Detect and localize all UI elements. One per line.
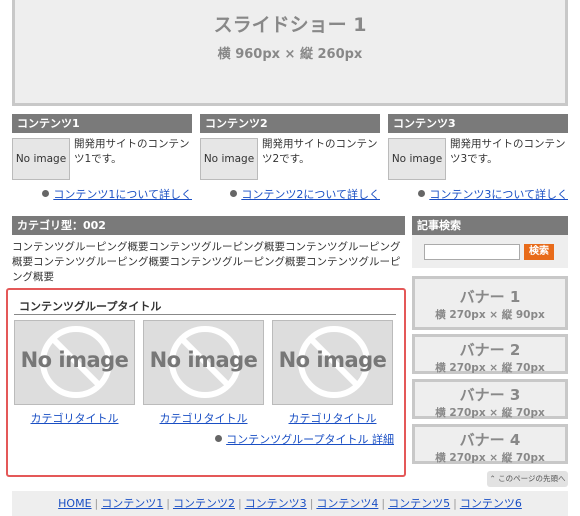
content-group: コンテンツグループタイトル No image カテゴリタイトル No image… (6, 288, 406, 477)
slideshow-size: 横 960px × 縦 260px (217, 47, 363, 62)
content-heading: コンテンツ3 (388, 114, 568, 133)
contents-row: コンテンツ1 No image 開発用サイトのコンテンツ1です。 コンテンツ1に… (12, 114, 568, 204)
category-description: コンテンツグルーピング概要コンテンツグルーピング概要コンテンツグルーピング概要コ… (12, 241, 401, 283)
search-box: 検索 (412, 235, 568, 268)
group-title: コンテンツグループタイトル (19, 300, 162, 313)
content-box-2: コンテンツ2 No image 開発用サイトのコンテンツ2です。 コンテンツ2に… (200, 114, 380, 201)
content-detail-link[interactable]: コンテンツ2について詳しく (230, 186, 380, 202)
footer-link-contents6[interactable]: コンテンツ6 (460, 497, 522, 510)
banner-size: 横 270px × 縦 70px (435, 362, 545, 374)
footer-nav: HOME | コンテンツ1 | コンテンツ2 | コンテンツ3 | コンテンツ4 | コンテンツ5 |… (12, 491, 568, 516)
banner-size: 横 270px × 縦 70px (435, 452, 545, 464)
separator: | (166, 497, 170, 510)
banner-4[interactable]: バナー 4 横 270px × 縦 70px (412, 424, 568, 464)
banner-title: バナー 1 (459, 288, 521, 306)
bullet-icon (215, 435, 223, 442)
content-box-1: コンテンツ1 No image 開発用サイトのコンテンツ1です。 コンテンツ1に… (12, 114, 192, 201)
bullet-icon (230, 190, 238, 197)
content-text: 開発用サイトのコンテンツ1です。 (74, 138, 190, 165)
content-text: 開発用サイトのコンテンツ2です。 (262, 138, 378, 165)
footer-link-contents3[interactable]: コンテンツ3 (245, 497, 307, 510)
content-heading: コンテンツ1 (12, 114, 192, 133)
separator: | (237, 497, 242, 510)
separator: | (381, 497, 386, 510)
separator: | (94, 497, 99, 510)
footer-link-contents2[interactable]: コンテンツ2 (173, 497, 235, 510)
banner-2[interactable]: バナー 2 横 270px × 縦 70px (412, 334, 568, 374)
category-title-link[interactable]: カテゴリタイトル (143, 410, 264, 426)
banner-title: バナー 2 (459, 341, 521, 359)
search-button[interactable]: 検索 (524, 244, 554, 260)
no-image-thumbnail[interactable]: No image (14, 320, 135, 405)
no-image-thumbnail: No image (388, 138, 446, 180)
banner-size: 横 270px × 縦 70px (435, 407, 545, 419)
footer-link-contents1[interactable]: コンテンツ1 (101, 497, 163, 510)
slideshow-title: スライドショー 1 (213, 14, 367, 36)
no-image-thumbnail: No image (12, 138, 70, 180)
category-title-link[interactable]: カテゴリタイトル (272, 410, 393, 426)
content-heading: コンテンツ2 (200, 114, 380, 133)
banner-1[interactable]: バナー 1 横 270px × 縦 90px (412, 276, 568, 330)
group-item: No image カテゴリタイトル (143, 320, 264, 426)
no-image-thumbnail: No image (200, 138, 258, 180)
no-image-thumbnail[interactable]: No image (272, 320, 393, 405)
content-text: 開発用サイトのコンテンツ3です。 (450, 138, 566, 165)
content-detail-link[interactable]: コンテンツ3について詳しく (418, 186, 568, 202)
separator: | (453, 497, 457, 510)
group-item: No image カテゴリタイトル (272, 320, 393, 426)
category-heading: カテゴリ型：002 (12, 216, 405, 235)
separator: | (309, 497, 314, 510)
banner-title: バナー 4 (459, 431, 521, 449)
category-title-link[interactable]: カテゴリタイトル (14, 410, 135, 426)
group-detail-link[interactable]: コンテンツグループタイトル 詳細 (215, 431, 394, 447)
bullet-icon (42, 190, 50, 197)
content-box-3: コンテンツ3 No image 開発用サイトのコンテンツ3です。 コンテンツ3に… (388, 114, 568, 201)
banner-size: 横 270px × 縦 90px (435, 309, 545, 321)
divider (14, 314, 396, 315)
page-top-button[interactable]: ⌃ このページの先頭へ (487, 471, 568, 487)
content-detail-link[interactable]: コンテンツ1について詳しく (42, 186, 192, 202)
footer-link-home[interactable]: HOME (58, 497, 91, 510)
footer-link-contents4[interactable]: コンテンツ4 (316, 497, 378, 510)
search-heading: 記事検索 (412, 216, 568, 235)
search-input[interactable] (424, 244, 520, 260)
no-image-thumbnail[interactable]: No image (143, 320, 264, 405)
group-item: No image カテゴリタイトル (14, 320, 135, 426)
slideshow-placeholder[interactable]: スライドショー 1 横 960px × 縦 260px (12, 0, 568, 106)
banner-3[interactable]: バナー 3 横 270px × 縦 70px (412, 379, 568, 419)
bullet-icon (418, 190, 426, 197)
footer-link-contents5[interactable]: コンテンツ5 (388, 497, 450, 510)
banner-title: バナー 3 (459, 386, 521, 404)
